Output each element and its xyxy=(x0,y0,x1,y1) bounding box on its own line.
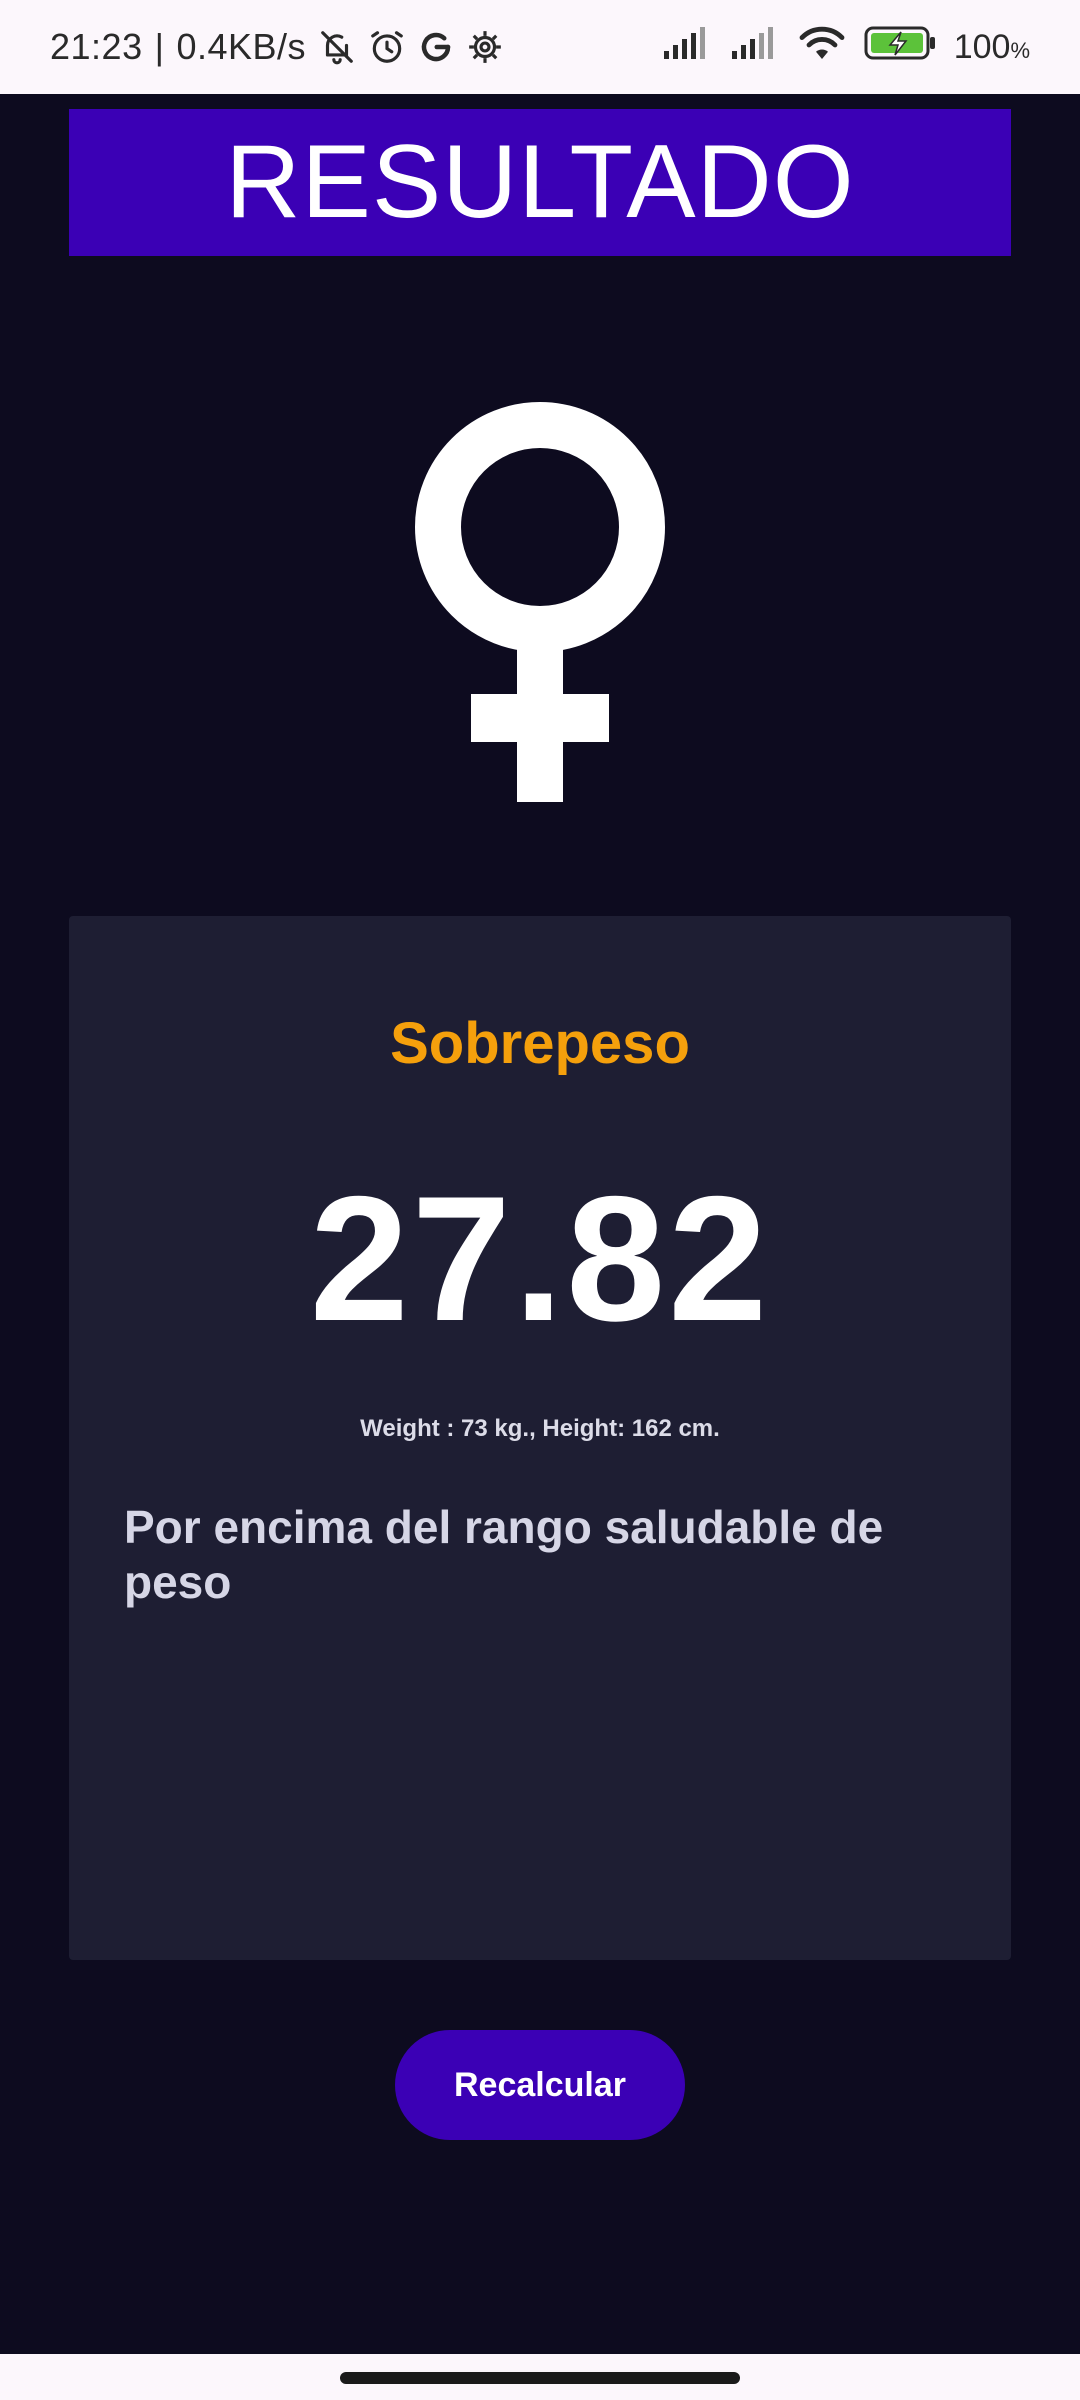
google-icon xyxy=(418,29,454,65)
battery-level: 100 xyxy=(953,27,1011,66)
recalculate-button-label: Recalcular xyxy=(454,2065,626,2104)
settings-icon xyxy=(466,28,504,66)
recalculate-button[interactable]: Recalcular xyxy=(395,2030,685,2140)
female-symbol-icon xyxy=(405,402,675,802)
page-title-text: RESULTADO xyxy=(225,124,855,240)
page-title: RESULTADO xyxy=(69,109,1011,256)
alarm-icon xyxy=(368,28,406,66)
home-gesture-handle[interactable] xyxy=(340,2372,740,2384)
battery-unit: % xyxy=(1010,37,1030,63)
bell-off-icon xyxy=(318,28,356,66)
weight-height-details: Weight : 73 kg., Height: 162 cm. xyxy=(360,1415,720,1442)
navigation-bar xyxy=(0,2354,1080,2400)
status-time: 21:23 xyxy=(50,26,143,67)
bmi-category: Sobrepeso xyxy=(390,1011,690,1076)
signal-icon xyxy=(730,26,780,68)
status-left: 21:23 | 0.4KB/s xyxy=(50,0,504,94)
wifi-icon xyxy=(798,25,846,70)
bmi-description: Por encima del rango saludable de peso xyxy=(124,1501,884,1608)
battery-charging-icon xyxy=(864,25,936,70)
status-right: 100% xyxy=(662,0,1030,94)
network-speed: 0.4KB/s xyxy=(176,26,307,67)
bmi-value: 27.82 xyxy=(309,1159,771,1358)
status-bar: 21:23 | 0.4KB/s 100% xyxy=(0,0,1080,94)
status-separator: | xyxy=(154,26,165,67)
battery-percentage: 100% xyxy=(954,28,1030,67)
signal-icon xyxy=(662,26,712,68)
